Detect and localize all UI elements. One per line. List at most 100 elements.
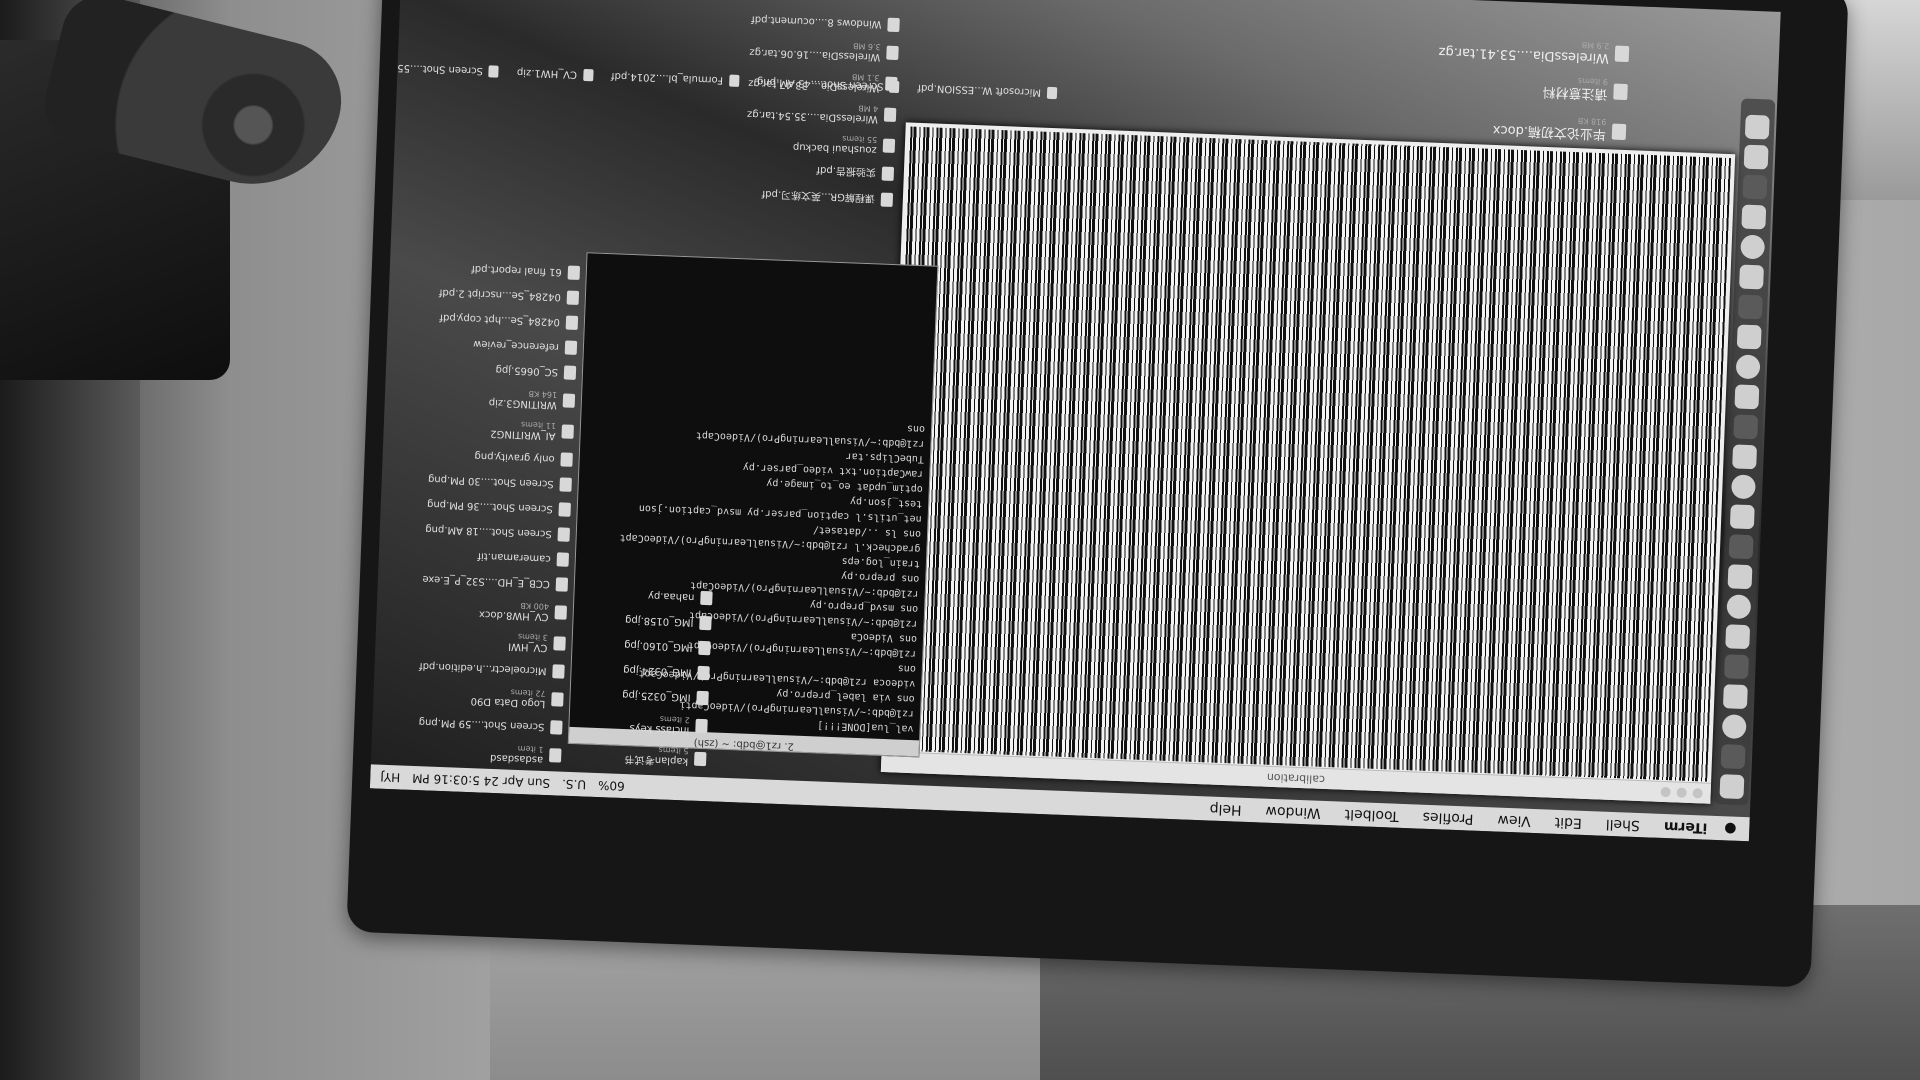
menu-app[interactable]: iTerm <box>1652 818 1720 837</box>
desktop-file[interactable]: IMG_0325.jpg <box>622 688 709 706</box>
desktop-file[interactable]: Formula_bl....2014.pdf <box>611 70 740 87</box>
menu-toolbelt[interactable]: Toolbelt <box>1332 805 1411 824</box>
app-icon[interactable] <box>1739 264 1764 290</box>
desktop-file[interactable]: cameraman.tif <box>423 547 570 567</box>
close-icon[interactable] <box>1692 788 1703 799</box>
app-icon[interactable] <box>1740 234 1766 260</box>
calibration-window[interactable]: calibration <box>880 122 1736 804</box>
minimize-icon[interactable] <box>1676 787 1687 798</box>
app-icon[interactable] <box>1743 144 1769 170</box>
menu-profiles[interactable]: Profiles <box>1410 808 1485 827</box>
menu-view[interactable]: View <box>1485 811 1543 829</box>
finder-icon[interactable] <box>1719 774 1745 800</box>
folder-icon <box>695 718 708 734</box>
app-icon[interactable] <box>1724 654 1749 680</box>
folder-icon <box>882 138 896 153</box>
file-icon <box>552 664 565 679</box>
desktop-file[interactable]: Screen Shot....59 PM.png <box>417 715 563 735</box>
monitor: ● iTerm Shell Edit View Profiles Toolbel… <box>0 0 1920 1080</box>
folder-icon <box>693 751 707 767</box>
app-icon[interactable] <box>1728 534 1754 560</box>
desktop-file[interactable]: zoushaui backup 55 items <box>746 130 896 156</box>
app-icon[interactable] <box>1721 714 1747 740</box>
apple-logo-icon[interactable]: ● <box>1719 820 1742 837</box>
desktop-file[interactable]: 毕业论文初稿.docx 918 KB <box>1435 111 1627 146</box>
app-icon[interactable] <box>1726 594 1752 620</box>
desktop-file[interactable]: WirelessDia....53.41.tar.gz 2.9 MB <box>1438 35 1630 66</box>
desktop-file[interactable]: AI_WRITING2 11 items <box>428 416 574 442</box>
desktop-file[interactable]: WirelessDia....35.54.tar.gz 4 MB <box>747 99 897 125</box>
desktop-file[interactable]: Windows 8....ocument.pdf <box>750 12 900 33</box>
desktop-file[interactable]: Microsoft W...ESSION.pdf <box>917 82 1058 100</box>
desktop-file[interactable]: CV_HWI 3 items <box>420 628 566 654</box>
desktop-file[interactable]: SC_0665.jpg <box>430 360 577 380</box>
app-icon[interactable] <box>1737 294 1763 320</box>
desktop-file[interactable]: only gravity.png <box>427 447 573 467</box>
app-icon[interactable] <box>1730 474 1756 500</box>
screen: ● iTerm Shell Edit View Profiles Toolbel… <box>369 0 1781 842</box>
app-icon[interactable] <box>1733 414 1759 440</box>
archive-icon <box>1614 45 1630 63</box>
file-icon <box>555 577 569 592</box>
folder-icon <box>564 340 578 355</box>
app-icon[interactable] <box>1736 324 1762 350</box>
desktop-file[interactable]: 请注意材料 9 items <box>1437 71 1628 106</box>
desktop-file[interactable]: 04284_Se...nscript 2.pdf <box>433 285 580 305</box>
battery-status[interactable]: 60% <box>598 778 625 793</box>
desktop-file[interactable]: IMG_0160.jpg <box>624 638 711 656</box>
desktop-file[interactable]: kaplan考试书 5 items <box>619 744 707 771</box>
user-name[interactable]: HYJ <box>380 770 400 785</box>
desktop-file[interactable]: Screen Shot....36 PM.png <box>425 497 571 517</box>
app-icon[interactable] <box>1741 204 1767 230</box>
trash-icon[interactable] <box>1744 114 1770 140</box>
desktop-file[interactable]: Screen Shot....55 PM.png <box>370 60 500 78</box>
file-icon <box>558 502 571 517</box>
desktop-row-bottom: Microsoft W...ESSION.pdf Screen Shot....… <box>370 60 1058 100</box>
desktop-file[interactable]: 61 final report.pdf <box>434 260 581 280</box>
file-icon <box>700 590 713 606</box>
clock[interactable]: Sun Apr 24 5:03:16 PM <box>412 771 550 790</box>
app-icon[interactable] <box>1742 174 1768 200</box>
desktop-file[interactable]: Screen Shot....30 PM.png <box>426 472 572 492</box>
desktop-file[interactable]: CCB_E_HD....S32_P_E.exe <box>422 572 569 592</box>
desktop-file[interactable]: WRITING3.zip 164 KB <box>429 385 576 411</box>
desktop-file[interactable]: Microelectr...h.edition.pdf <box>419 659 565 679</box>
app-icon[interactable] <box>1722 684 1748 710</box>
barcode-pattern <box>885 126 1732 782</box>
app-icon[interactable] <box>1729 504 1755 530</box>
desktop-column-1: asdasdasd 1 item Screen Shot....59 PM.png… <box>415 260 581 766</box>
app-icon[interactable] <box>1732 444 1758 470</box>
app-icon[interactable] <box>1725 624 1751 650</box>
desktop-file[interactable]: IMG_0324.jpg <box>623 663 710 681</box>
file-icon <box>567 265 581 280</box>
menu-window[interactable]: Window <box>1253 802 1333 821</box>
menu-edit[interactable]: Edit <box>1542 813 1594 831</box>
desktop-file[interactable]: Screen Shot....18 AM.png <box>424 522 571 542</box>
desktop-file[interactable]: IMG_0158.jpg <box>625 613 712 631</box>
desktop-file[interactable]: 实验报告.pdf <box>745 161 895 182</box>
desktop-file[interactable]: WirelessDia....16.06.tar.gz 3.6 MB <box>749 37 899 63</box>
window-title: calibration <box>1266 770 1326 786</box>
desktop-file[interactable]: 04284_Se...hpt copy.pdf <box>432 310 579 330</box>
desktop-file[interactable]: 课程解GR...英文练习.pdf <box>744 187 894 208</box>
desktop-column-3: 课程解GR...英文练习.pdf 实验报告.pdf zoushaui backu… <box>744 12 900 208</box>
desktop-file[interactable]: asdasdasd 1 item <box>415 740 562 766</box>
window-controls <box>1660 786 1703 799</box>
menu-shell[interactable]: Shell <box>1593 815 1652 833</box>
zoom-icon[interactable] <box>1660 786 1671 798</box>
file-icon <box>548 748 562 763</box>
desktop-file[interactable]: CV_HW8.docx 400 KB <box>421 597 568 623</box>
desktop-file[interactable]: CV_HW1.zip <box>517 66 594 82</box>
app-icon[interactable] <box>1735 354 1761 380</box>
desktop-file[interactable]: reference_review <box>431 335 578 355</box>
file-icon <box>562 393 576 408</box>
file-icon <box>559 477 572 492</box>
app-icon[interactable] <box>1727 564 1753 590</box>
desktop-file[interactable]: nahaa.py <box>626 588 713 606</box>
menu-help[interactable]: Help <box>1197 800 1253 818</box>
app-icon[interactable] <box>1720 744 1746 770</box>
desktop-file[interactable]: Logo Data D90 72 items <box>418 684 564 710</box>
desktop-file[interactable]: inclass keys 2 items <box>621 713 708 736</box>
input-source[interactable]: U.S. <box>562 777 587 792</box>
app-icon[interactable] <box>1734 384 1760 410</box>
